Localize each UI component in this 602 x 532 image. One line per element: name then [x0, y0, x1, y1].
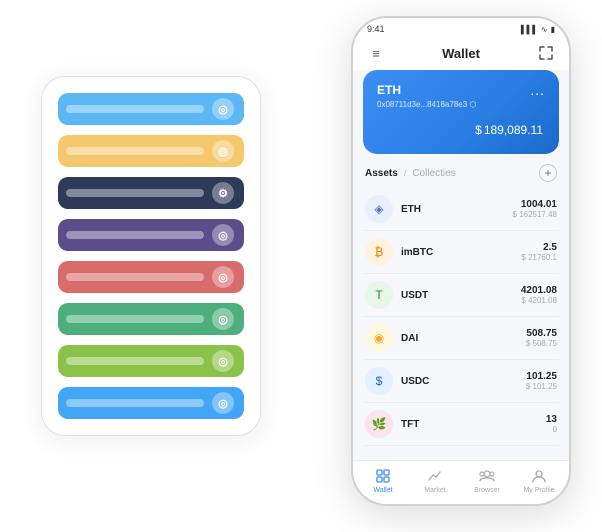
asset-amount-usd: $ 21760.1 — [521, 253, 557, 262]
nav-icon-my-profile — [530, 467, 548, 485]
nav-icon-wallet — [374, 467, 392, 485]
asset-amount-usd: $ 508.75 — [526, 339, 557, 348]
asset-list: ◈ ETH1004.01$ 162517.48 ₿ imBTC2.5$ 21760.1… — [363, 188, 559, 460]
asset-amounts: 130 — [546, 414, 557, 434]
asset-amount-main: 13 — [546, 414, 557, 425]
asset-amount-usd: 0 — [546, 425, 557, 434]
nav-item-browser[interactable]: Browser — [467, 467, 507, 494]
asset-amounts: 508.75$ 508.75 — [526, 328, 557, 348]
phone-content: ETH ... 0x08711d3e...8418a78e3 ⬡ $189,08… — [353, 70, 569, 460]
asset-name: TFT — [401, 419, 546, 430]
nav-item-my-profile[interactable]: My Profile — [519, 467, 559, 494]
asset-icon: ◉ — [365, 324, 393, 352]
nav-icon-market — [426, 467, 444, 485]
asset-amount-main: 2.5 — [521, 242, 557, 253]
bg-panel-row[interactable]: ◎ — [58, 261, 244, 293]
asset-amount-main: 1004.01 — [513, 199, 558, 210]
asset-amount-main: 101.25 — [526, 371, 557, 382]
nav-label-browser: Browser — [474, 487, 500, 494]
asset-row[interactable]: ◈ ETH1004.01$ 162517.48 — [363, 188, 559, 231]
asset-amount-main: 4201.08 — [521, 285, 557, 296]
bg-panel-row[interactable]: ⚙ — [58, 177, 244, 209]
eth-card-title: ETH — [377, 83, 401, 97]
background-panel: ◎ ◎ ⚙ ◎ ◎ ◎ ◎ ◎ — [41, 76, 261, 436]
assets-tab-active[interactable]: Assets — [365, 168, 398, 179]
asset-name: USDT — [401, 290, 521, 301]
bg-panel-row[interactable]: ◎ — [58, 135, 244, 167]
nav-icon-browser — [478, 467, 496, 485]
bottom-nav: Wallet Market Browser My Profile — [353, 460, 569, 504]
assets-bar: Assets / Collecties + — [363, 164, 559, 182]
phone-header: ≡ Wallet — [353, 38, 569, 70]
asset-row[interactable]: ◉ DAI508.75$ 508.75 — [363, 317, 559, 360]
header-title: Wallet — [442, 46, 480, 61]
asset-amounts: 4201.08$ 4201.08 — [521, 285, 557, 305]
asset-name: DAI — [401, 333, 526, 344]
asset-amounts: 101.25$ 101.25 — [526, 371, 557, 391]
add-asset-button[interactable]: + — [539, 164, 557, 182]
bg-panel-row[interactable]: ◎ — [58, 303, 244, 335]
currency-symbol: $ — [475, 123, 482, 137]
eth-card-header: ETH ... — [377, 82, 545, 98]
asset-icon: 🌿 — [365, 410, 393, 438]
nav-label-my-profile: My Profile — [523, 487, 554, 494]
nav-label-market: Market — [424, 487, 445, 494]
signal-icon: ▌▌▌ — [521, 25, 538, 34]
asset-row[interactable]: ₿ imBTC2.5$ 21760.1 — [363, 231, 559, 274]
scene: ◎ ◎ ⚙ ◎ ◎ ◎ ◎ ◎ 9:41 ▌▌▌ ∿ ▮ ≡ Wallet — [21, 16, 581, 516]
asset-row[interactable]: $ USDC101.25$ 101.25 — [363, 360, 559, 403]
asset-icon: T — [365, 281, 393, 309]
nav-item-wallet[interactable]: Wallet — [363, 467, 403, 494]
assets-tab-collecties[interactable]: Collecties — [412, 168, 455, 179]
asset-amount-usd: $ 101.25 — [526, 382, 557, 391]
status-bar: 9:41 ▌▌▌ ∿ ▮ — [353, 18, 569, 38]
phone-frame: 9:41 ▌▌▌ ∿ ▮ ≡ Wallet ETH — [351, 16, 571, 506]
asset-name: USDC — [401, 376, 526, 387]
bg-panel-row[interactable]: ◎ — [58, 345, 244, 377]
asset-icon: $ — [365, 367, 393, 395]
status-icons: ▌▌▌ ∿ ▮ — [521, 25, 555, 34]
expand-icon[interactable] — [537, 44, 555, 62]
bg-panel-row[interactable]: ◎ — [58, 93, 244, 125]
asset-amount-main: 508.75 — [526, 328, 557, 339]
asset-name: ETH — [401, 204, 513, 215]
eth-card[interactable]: ETH ... 0x08711d3e...8418a78e3 ⬡ $189,08… — [363, 70, 559, 154]
asset-amounts: 2.5$ 21760.1 — [521, 242, 557, 262]
tab-separator: / — [404, 168, 407, 178]
nav-item-market[interactable]: Market — [415, 467, 455, 494]
status-time: 9:41 — [367, 24, 385, 34]
asset-row[interactable]: 🌿 TFT130 — [363, 403, 559, 446]
wifi-icon: ∿ — [541, 25, 548, 34]
asset-icon: ◈ — [365, 195, 393, 223]
bg-panel-row[interactable]: ◎ — [58, 219, 244, 251]
asset-amount-usd: $ 4201.08 — [521, 296, 557, 305]
battery-icon: ▮ — [551, 25, 555, 34]
asset-row[interactable]: T USDT4201.08$ 4201.08 — [363, 274, 559, 317]
eth-card-address: 0x08711d3e...8418a78e3 ⬡ — [377, 100, 545, 109]
asset-amount-usd: $ 162517.48 — [513, 210, 558, 219]
eth-card-balance: $189,089.11 — [377, 117, 545, 140]
nav-label-wallet: Wallet — [373, 487, 392, 494]
asset-icon: ₿ — [365, 238, 393, 266]
menu-icon[interactable]: ≡ — [367, 44, 385, 62]
asset-name: imBTC — [401, 247, 521, 258]
bg-panel-row[interactable]: ◎ — [58, 387, 244, 419]
asset-amounts: 1004.01$ 162517.48 — [513, 199, 558, 219]
eth-card-menu[interactable]: ... — [530, 82, 545, 98]
assets-tabs: Assets / Collecties — [365, 168, 456, 179]
